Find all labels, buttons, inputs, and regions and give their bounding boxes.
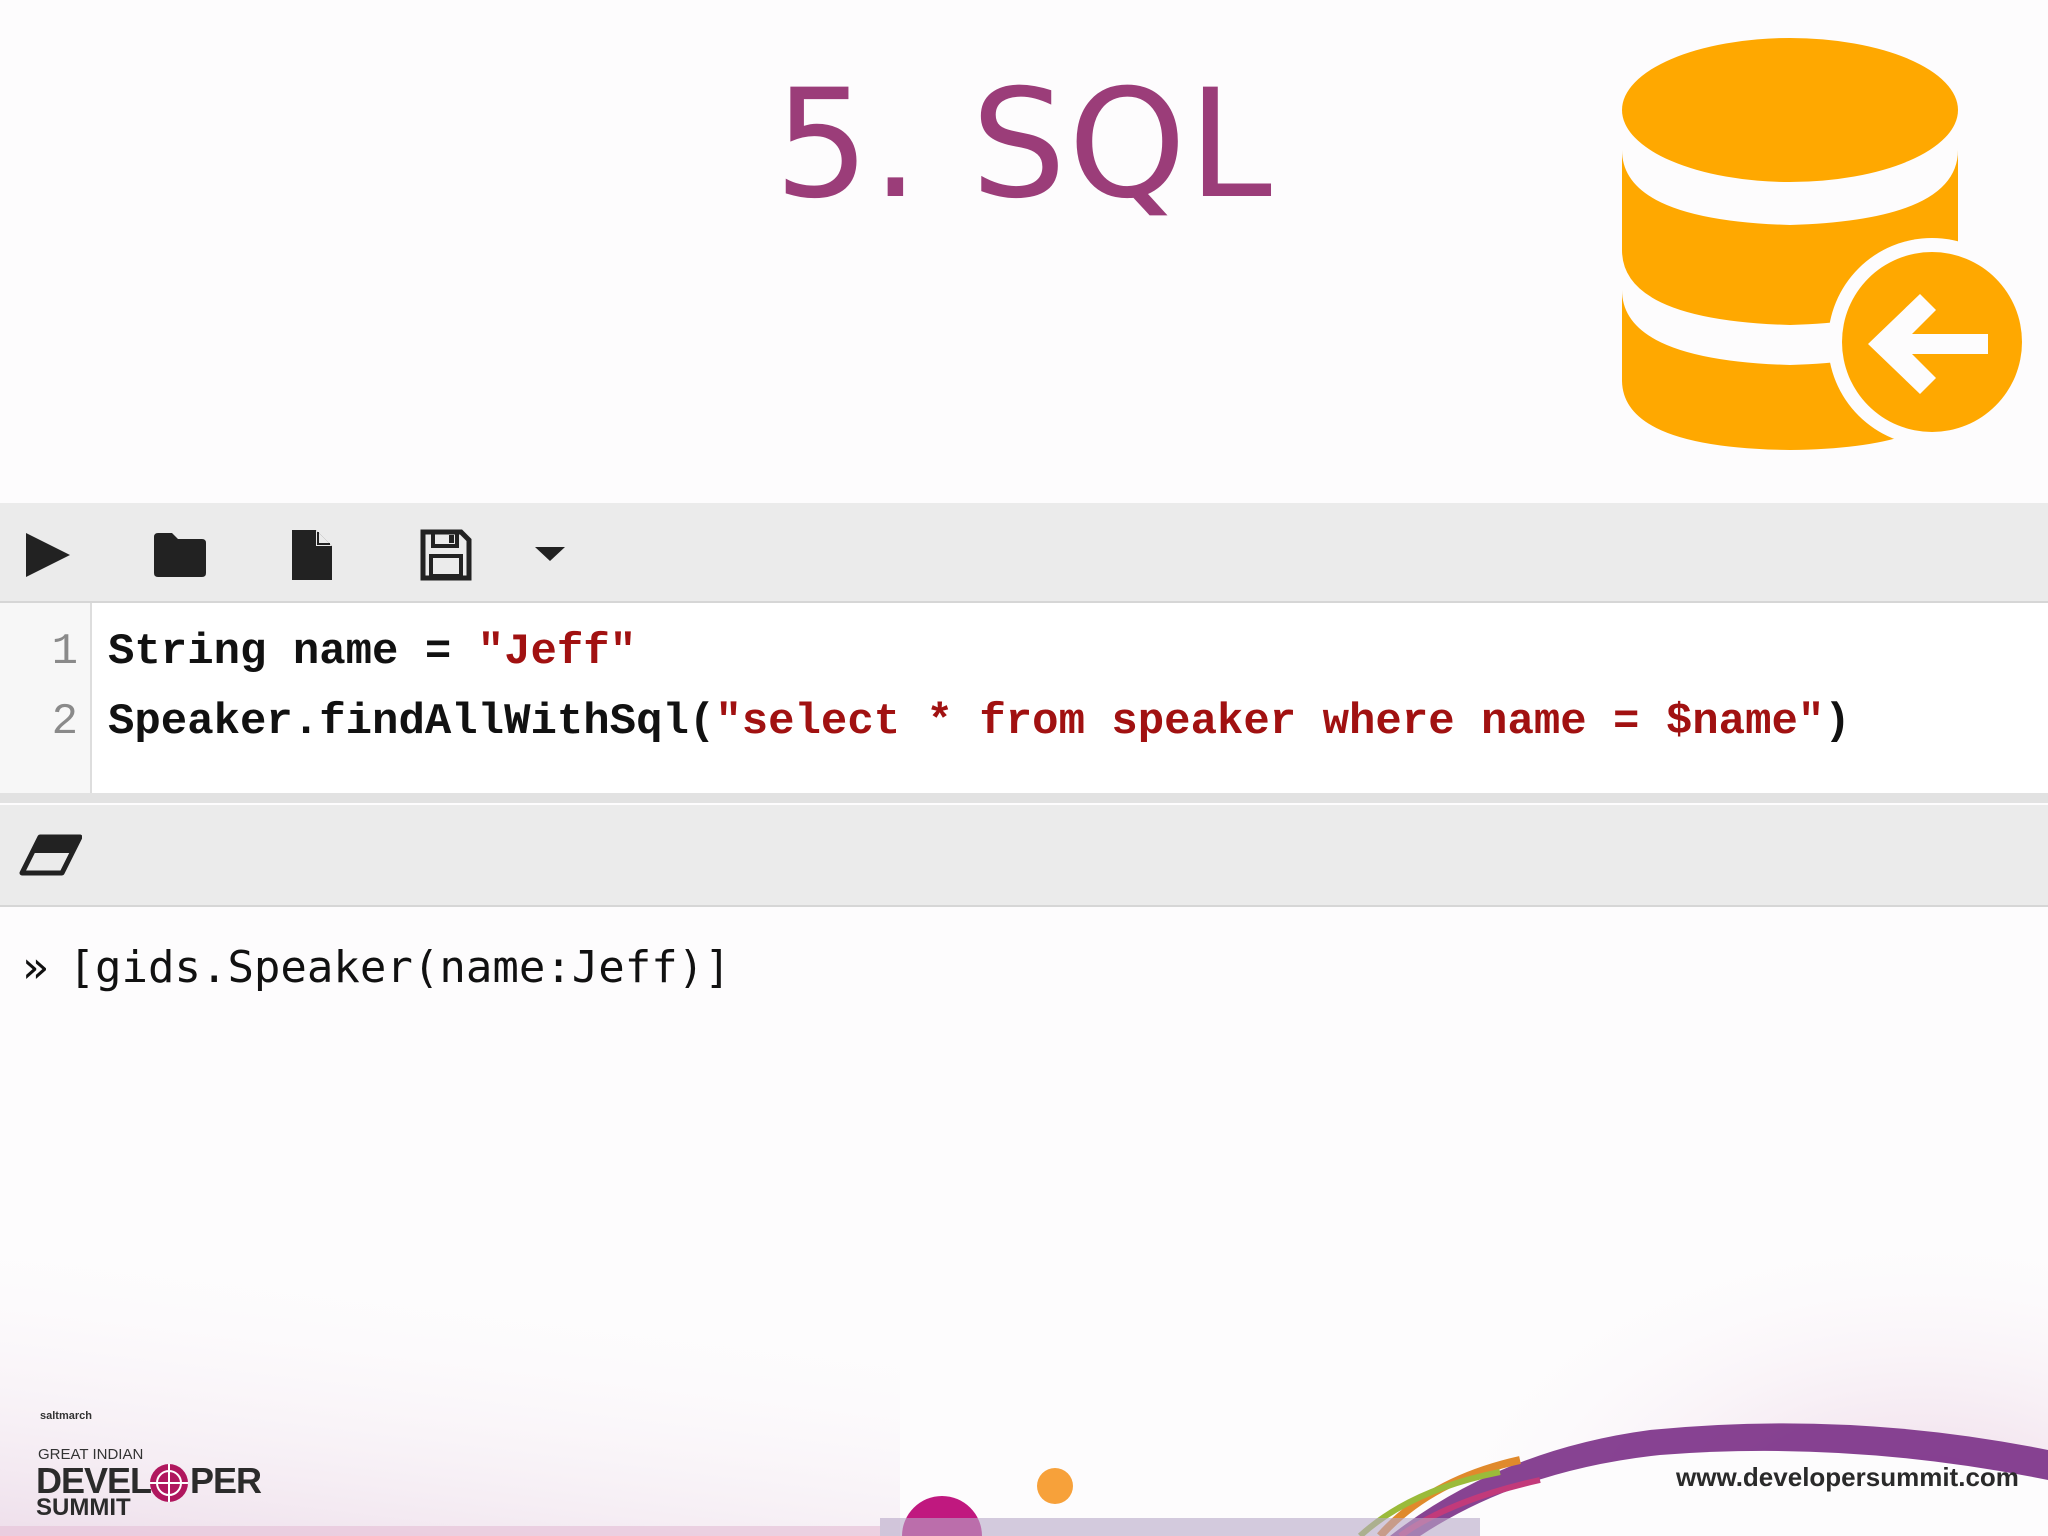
new-file-button[interactable] bbox=[280, 523, 344, 587]
console-toolbar bbox=[0, 805, 2048, 907]
string-literal: "select * from speaker where name = $nam… bbox=[715, 697, 1825, 747]
globe-icon bbox=[150, 1464, 188, 1502]
saltmarch-label: saltmarch bbox=[40, 1410, 92, 1422]
code-line-1: String name = "Jeff" bbox=[108, 627, 636, 677]
footer-decoration bbox=[0, 1010, 2048, 1536]
folder-icon bbox=[154, 533, 206, 577]
caret-down-icon bbox=[535, 547, 565, 561]
code-editor[interactable]: 1 2 String name = "Jeff" Speaker.findAll… bbox=[0, 603, 2048, 803]
line-number: 2 bbox=[51, 697, 78, 747]
database-import-icon bbox=[1622, 38, 2030, 450]
logo-line-2b: PER bbox=[190, 1460, 262, 1501]
developer-summit-logo: saltmarch GREAT INDIAN DEVEL PER SUMMIT bbox=[36, 1410, 296, 1521]
code-text: ) bbox=[1824, 697, 1851, 747]
line-number: 1 bbox=[51, 627, 78, 677]
eraser-icon bbox=[19, 834, 82, 876]
logo-line-3: SUMMIT bbox=[36, 1494, 131, 1521]
more-options-button[interactable] bbox=[518, 523, 582, 587]
code-text: Speaker.findAllWithSql( bbox=[108, 697, 716, 747]
editor-toolbar bbox=[0, 503, 2048, 603]
console-output: » [gids.Speaker(name:Jeff)] bbox=[22, 942, 731, 993]
play-icon bbox=[26, 533, 70, 577]
line-gutter: 1 2 bbox=[0, 603, 92, 793]
open-button[interactable] bbox=[148, 523, 212, 587]
website-url: www.developersummit.com bbox=[1676, 1462, 2019, 1492]
floppy-disk-icon bbox=[420, 529, 472, 581]
file-icon bbox=[292, 530, 332, 580]
code-text: String name = bbox=[108, 627, 478, 677]
console-prompt: » bbox=[22, 942, 49, 993]
save-button[interactable] bbox=[414, 523, 478, 587]
string-literal: "Jeff" bbox=[477, 627, 637, 677]
code-line-2: Speaker.findAllWithSql("select * from sp… bbox=[108, 697, 1851, 747]
clear-console-button[interactable] bbox=[18, 823, 82, 887]
output-text: [gids.Speaker(name:Jeff)] bbox=[68, 942, 731, 993]
run-button[interactable] bbox=[14, 523, 78, 587]
